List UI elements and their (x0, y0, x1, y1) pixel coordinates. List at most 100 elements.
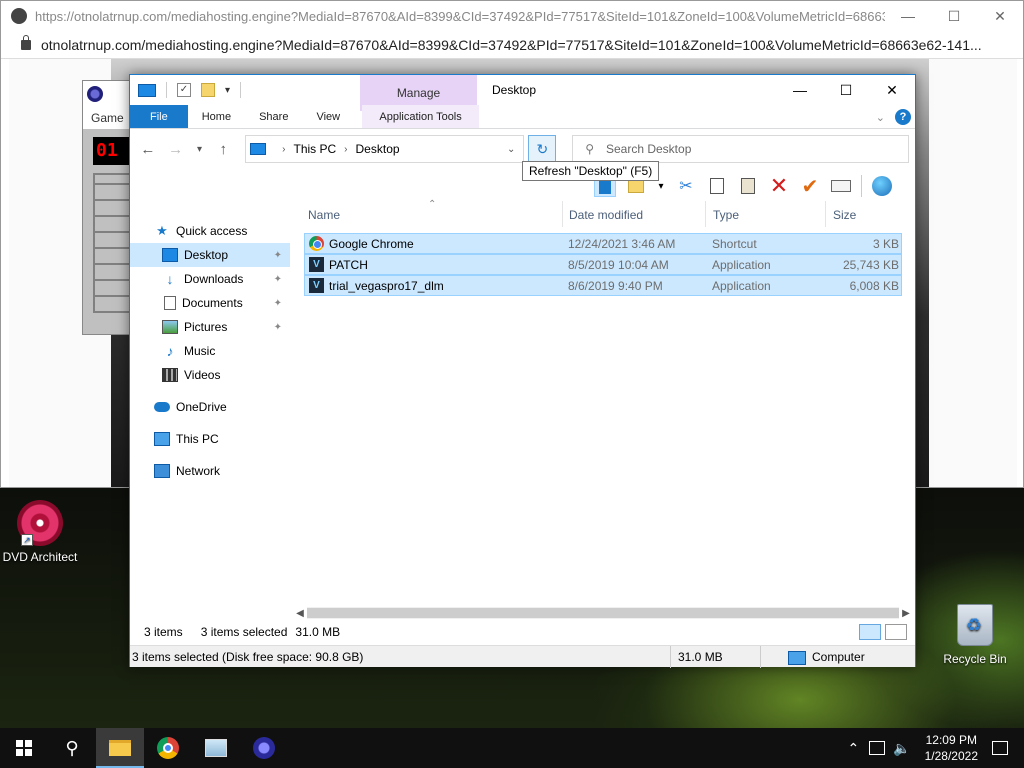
horizontal-scrollbar[interactable]: ◀ ▶ (293, 605, 913, 621)
music-icon: ♪ (166, 343, 174, 359)
scroll-right-arrow-icon[interactable]: ▶ (899, 608, 913, 619)
properties-icon[interactable]: ✓ (177, 83, 191, 97)
sidebar-item-music[interactable]: ♪ Music (130, 339, 290, 363)
large-icons-view-icon[interactable] (885, 624, 907, 640)
browser-address-bar[interactable]: otnolatrnup.com/mediahosting.engine?Medi… (1, 31, 1023, 59)
details-view-icon[interactable] (859, 624, 881, 640)
sidebar-item-desktop[interactable]: Desktop ✦ (130, 243, 290, 267)
network-icon[interactable] (869, 741, 886, 755)
dvd-architect-icon: ↗ (17, 500, 63, 546)
delete-x-icon[interactable]: ✕ (768, 173, 790, 198)
pictures-icon (162, 320, 178, 334)
clock[interactable]: 12:09 PM 1/28/2022 (925, 732, 978, 764)
taskbar-chrome[interactable] (144, 728, 192, 768)
clock-date: 1/28/2022 (924, 749, 978, 763)
start-button[interactable] (0, 728, 48, 768)
column-header-size[interactable]: Size (833, 208, 856, 222)
file-type: Shortcut (712, 237, 757, 251)
cut-scissors-icon[interactable]: ✂ (675, 175, 697, 197)
browser-titlebar: https://otnolatrnup.com/mediahosting.eng… (1, 1, 1023, 31)
sidebar-item-this-pc[interactable]: This PC (130, 427, 290, 451)
desktop-icon-dvd-architect[interactable]: ↗ DVD Architect (0, 500, 80, 564)
taskbar-minesweeper[interactable] (240, 728, 288, 768)
file-row[interactable]: V PATCH 8/5/2019 10:04 AM Application 25… (304, 254, 902, 275)
sidebar-item-quick-access[interactable]: ★ Quick access (130, 219, 290, 243)
minimize-button[interactable]: — (777, 75, 823, 105)
address-bar[interactable]: › This PC › Desktop ⌄ (245, 135, 525, 163)
sidebar-item-onedrive[interactable]: OneDrive (130, 395, 290, 419)
clock-time: 12:09 PM (925, 733, 977, 747)
tab-share[interactable]: Share (245, 105, 302, 128)
pin-icon[interactable]: ✦ (274, 274, 282, 285)
action-center-icon[interactable] (992, 741, 1008, 755)
breadcrumb-chevron-icon[interactable]: › (282, 144, 285, 155)
taskbar-search-button[interactable]: ⚲ (48, 728, 96, 768)
maximize-button[interactable]: ☐ (823, 75, 869, 105)
file-name: Google Chrome (329, 237, 414, 251)
selected-count: 3 items selected (200, 625, 288, 639)
customize-toolbar-chevron-icon[interactable]: ▾ (225, 85, 230, 96)
column-header-name[interactable]: Name (308, 208, 340, 222)
file-size: 3 KB (872, 237, 899, 251)
sidebar-item-pictures[interactable]: Pictures ✦ (130, 315, 290, 339)
column-header-type[interactable]: Type (713, 208, 739, 222)
chrome-icon (309, 236, 324, 251)
new-folder-icon[interactable] (201, 83, 215, 97)
rename-icon[interactable] (830, 175, 852, 197)
help-icon[interactable]: ? (895, 109, 911, 125)
paste-clipboard-icon[interactable] (737, 175, 759, 197)
up-arrow-icon[interactable]: ↑ (211, 137, 235, 161)
taskbar-file-explorer[interactable] (96, 728, 144, 768)
desktop-icon (162, 248, 178, 262)
volume-muted-icon[interactable]: 🔈 (893, 740, 910, 757)
breadcrumb-desktop[interactable]: Desktop (356, 142, 400, 156)
tab-home[interactable]: Home (188, 105, 245, 128)
globe-icon[interactable] (871, 175, 893, 197)
desktop-icon-label: Recycle Bin (943, 652, 1007, 666)
selected-size: 31.0 MB (295, 625, 341, 639)
copy-icon[interactable] (706, 175, 728, 197)
file-row[interactable]: V trial_vegaspro17_dlm 8/6/2019 9:40 PM … (304, 275, 902, 296)
expand-ribbon-chevron-icon[interactable]: ⌄ (876, 111, 885, 124)
show-hidden-icons-chevron-icon[interactable]: ⌃ (847, 740, 859, 757)
sidebar-item-label: Desktop (184, 248, 229, 262)
pin-icon[interactable]: ✦ (274, 322, 282, 333)
sidebar-item-videos[interactable]: Videos (130, 363, 290, 387)
refresh-button[interactable]: ↻ (528, 135, 557, 163)
quick-access-toolbar: ✓ ▾ (130, 82, 242, 98)
taskbar-remote-desktop[interactable] (192, 728, 240, 768)
tab-file[interactable]: File (130, 105, 188, 128)
pin-icon[interactable]: ✦ (274, 250, 282, 261)
scrollbar-thumb[interactable] (307, 608, 899, 618)
pin-icon[interactable]: ✦ (274, 298, 282, 309)
column-headers: ⌃ Name Date modified Type Size (290, 199, 915, 227)
checkmark-icon[interactable]: ✔ (799, 175, 821, 198)
sidebar-item-downloads[interactable]: ↓ Downloads ✦ (130, 267, 290, 291)
maximize-button[interactable]: ☐ (931, 1, 977, 31)
address-dropdown-chevron-icon[interactable]: ⌄ (507, 144, 515, 155)
star-icon: ★ (156, 223, 168, 238)
column-header-date-modified[interactable]: Date modified (569, 208, 643, 222)
download-icon: ↓ (166, 271, 174, 287)
lock-icon (21, 34, 31, 50)
breadcrumb-chevron-icon[interactable]: › (344, 144, 347, 155)
sidebar-item-label: Documents (182, 296, 243, 310)
close-button[interactable]: ✕ (869, 75, 915, 105)
scroll-left-arrow-icon[interactable]: ◀ (293, 608, 307, 619)
desktop-icon-recycle-bin[interactable]: Recycle Bin (935, 604, 1015, 666)
file-row[interactable]: Google Chrome 12/24/2021 3:46 AM Shortcu… (304, 233, 902, 254)
file-name: PATCH (329, 258, 368, 272)
minefield-grid[interactable] (93, 173, 133, 313)
sidebar-item-network[interactable]: Network (130, 459, 290, 483)
sidebar-item-label: This PC (176, 432, 219, 446)
tab-application-tools[interactable]: Application Tools (362, 105, 480, 128)
close-button[interactable]: ✕ (977, 1, 1023, 31)
recent-locations-chevron-icon[interactable]: ▾ (192, 137, 208, 161)
tab-view[interactable]: View (302, 105, 354, 128)
forward-arrow-icon[interactable]: → (164, 137, 188, 161)
minimize-button[interactable]: — (885, 1, 931, 31)
back-arrow-icon[interactable]: ← (136, 137, 160, 161)
sidebar-item-documents[interactable]: Documents ✦ (130, 291, 290, 315)
breadcrumb-this-pc[interactable]: This PC (293, 142, 336, 156)
search-input[interactable]: ⚲ Search Desktop (572, 135, 909, 163)
